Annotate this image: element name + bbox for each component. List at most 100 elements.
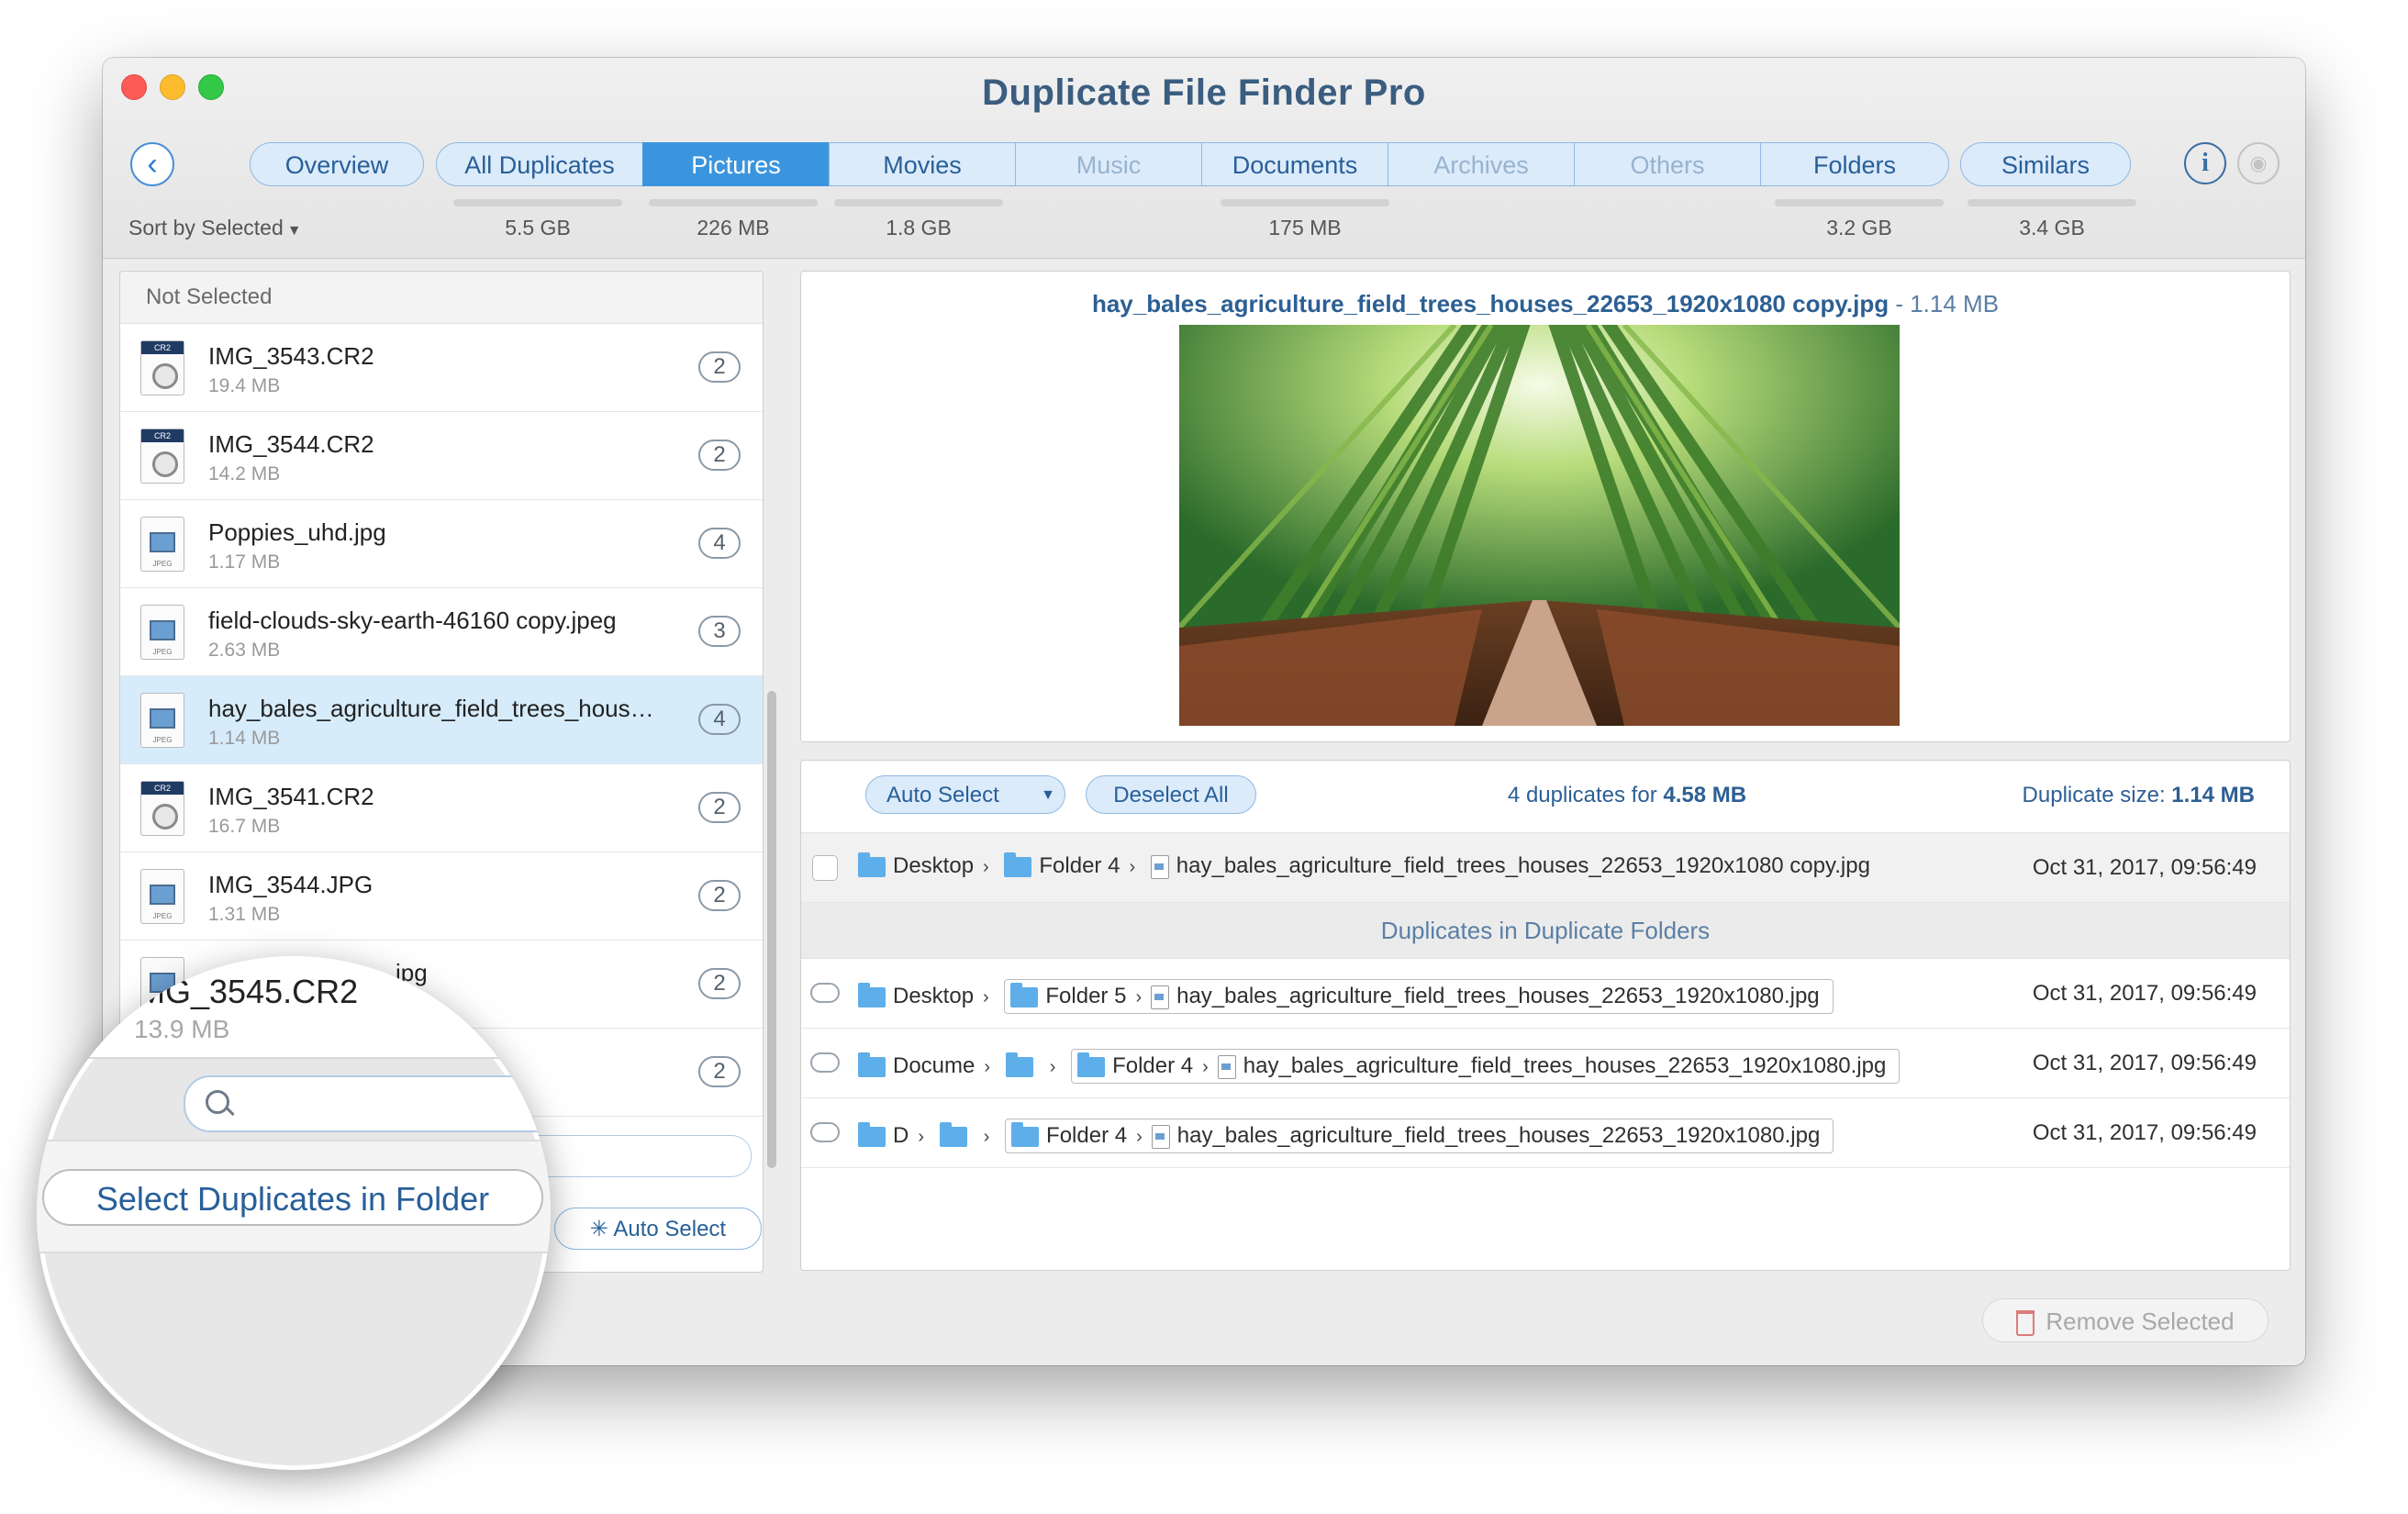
list-item[interactable]: JPEG IMG_3544.JPG 1.31 MB 2 <box>120 852 763 941</box>
magnified-file-size: 13.9 MB <box>134 1015 230 1043</box>
path-folder[interactable]: Desktop <box>893 853 974 878</box>
path-folder[interactable]: Folder 4 <box>1039 853 1120 878</box>
list-item[interactable]: CR2 IMG_3543.CR2 19.4 MB 2 <box>120 324 763 412</box>
file-size: 1.31 MB <box>208 904 281 925</box>
tab-similars[interactable]: Similars <box>1960 142 2131 186</box>
image-file-icon <box>1150 854 1169 879</box>
path-folder[interactable]: Docume <box>893 1053 975 1078</box>
tab-all-duplicates[interactable]: All Duplicates <box>436 142 643 186</box>
file-name: IMG_3543.CR2 <box>208 342 374 370</box>
list-item[interactable]: JPEG field-clouds-sky-earth-46160 copy.j… <box>120 588 763 676</box>
duplicate-count-summary: 4 duplicates for 4.58 MB <box>1388 783 1866 808</box>
tab-movies[interactable]: Movies <box>829 142 1016 186</box>
app-title: Duplicate File Finder Pro <box>982 72 1426 113</box>
size-bar-all-duplicates <box>453 199 622 206</box>
jpeg-file-icon: JPEG <box>140 869 184 924</box>
path-folder: Folder 5 <box>1045 984 1127 1008</box>
file-size: 14.2 MB <box>208 463 281 484</box>
duplicate-row[interactable]: Desktop › Folder 4 › hay_bales_agriculture… <box>801 833 2290 903</box>
list-item[interactable]: JPEG Poppies_uhd.jpg 1.17 MB 4 <box>120 500 763 588</box>
link-icon <box>810 983 840 1003</box>
path-breadcrumb: Desktop › Folder 4 › hay_bales_agriculture… <box>858 852 1870 879</box>
duplicate-row[interactable]: D › › Folder 4 › hay_bales_agriculture_fiel… <box>801 1098 2290 1168</box>
tab-pictures[interactable]: Pictures <box>642 142 830 186</box>
trash-icon <box>2016 1310 2035 1337</box>
tab-documents[interactable]: Documents <box>1201 142 1388 186</box>
remove-selected-button[interactable]: Remove Selected <box>1982 1298 2269 1342</box>
magnified-list-item: IMG_3545.CR2 13.9 MB <box>37 956 551 1057</box>
path-breadcrumb: Docume › › Folder 4 › hay_bales_agriculture… <box>858 1049 1901 1084</box>
bamboo-forest-image <box>1179 325 1900 726</box>
path-breadcrumb: D › › Folder 4 › hay_bales_agriculture_fiel… <box>858 1119 1834 1153</box>
auto-select-dropdown[interactable]: Auto Select ▼ <box>865 775 1065 814</box>
chevron-left-icon: ‹ <box>147 147 158 182</box>
duplicate-count-badge: 2 <box>698 351 741 383</box>
link-icon <box>810 1122 840 1142</box>
magnified-file-name: IMG_3545.CR2 <box>128 973 359 1010</box>
folder-icon <box>858 852 886 877</box>
preview-title: hay_bales_agriculture_field_trees_houses… <box>801 290 2290 318</box>
folder-icon <box>858 982 886 1007</box>
path-folder[interactable]: D <box>893 1123 909 1148</box>
preview-panel: hay_bales_agriculture_field_trees_houses… <box>800 271 2291 742</box>
modified-date: Oct 31, 2017, 09:56:49 <box>2032 1051 2257 1075</box>
deselect-all-button[interactable]: Deselect All <box>1086 775 1256 814</box>
tab-music[interactable]: Music <box>1015 142 1202 186</box>
jpeg-file-icon: JPEG <box>140 693 184 748</box>
size-documents: 175 MB <box>1268 216 1342 239</box>
duplicate-folder-box[interactable]: Folder 4 › hay_bales_agriculture_field_tre… <box>1005 1119 1834 1153</box>
tab-archives[interactable]: Archives <box>1388 142 1575 186</box>
select-duplicates-in-folder-button[interactable]: Select Duplicates in Folder <box>42 1169 543 1226</box>
tab-others[interactable]: Others <box>1574 142 1761 186</box>
list-item[interactable]: CR2 IMG_3541.CR2 16.7 MB 2 <box>120 764 763 852</box>
folder-icon <box>1005 1052 1033 1077</box>
folder-icon <box>1004 852 1032 877</box>
duplicate-count-badge: 4 <box>698 528 741 559</box>
modified-date: Oct 31, 2017, 09:56:49 <box>2032 1120 2257 1145</box>
duplicate-row[interactable]: Docume › › Folder 4 › hay_bales_agriculture… <box>801 1029 2290 1098</box>
list-item[interactable]: CR2 IMG_3544.CR2 14.2 MB 2 <box>120 412 763 500</box>
cr2-file-icon: CR2 <box>140 340 184 395</box>
search-icon <box>206 1090 229 1114</box>
size-bar-documents <box>1221 199 1389 206</box>
path-folder[interactable]: Desktop <box>893 984 974 1008</box>
file-list-scrollbar[interactable] <box>767 691 776 1168</box>
tab-folders[interactable]: Folders <box>1760 142 1949 186</box>
rss-icon[interactable]: ◉ <box>2237 142 2280 184</box>
file-size: 2.63 MB <box>208 640 281 661</box>
search-input[interactable] <box>184 1075 551 1132</box>
size-bar-movies <box>834 199 1003 206</box>
file-size: 1.17 MB <box>208 551 281 573</box>
duplicate-count-badge: 2 <box>698 792 741 823</box>
size-similars: 3.4 GB <box>2019 216 2085 239</box>
jpeg-file-icon: JPEG <box>140 605 184 660</box>
duplicate-count-badge: 2 <box>698 1056 741 1087</box>
duplicate-count-badge: 2 <box>698 440 741 471</box>
preview-image <box>1179 325 1900 726</box>
duplicate-row[interactable]: Desktop › Folder 5 › hay_bales_agriculture_… <box>801 959 2290 1029</box>
path-folder: Folder 4 <box>1112 1053 1194 1078</box>
modified-date: Oct 31, 2017, 09:56:49 <box>2032 855 2257 880</box>
back-button[interactable]: ‹ <box>130 142 174 186</box>
size-value: 1.14 MB <box>2171 783 2255 807</box>
auto-select-button[interactable]: ✳ Auto Select <box>554 1208 762 1250</box>
sort-dropdown[interactable]: Sort by Selected ▼ <box>128 216 302 240</box>
duplicate-size-summary: Duplicate size: 1.14 MB <box>2023 783 2255 808</box>
duplicate-count-badge: 4 <box>698 704 741 735</box>
file-size: 19.4 MB <box>208 375 281 396</box>
path-file: hay_bales_agriculture_field_trees_houses… <box>1243 1053 1887 1078</box>
folder-icon <box>939 1121 967 1147</box>
path-file[interactable]: hay_bales_agriculture_field_trees_houses… <box>1176 853 1870 878</box>
file-size: 16.7 MB <box>208 816 281 837</box>
divider <box>37 1057 551 1059</box>
info-icon[interactable]: i <box>2184 142 2226 184</box>
group-heading: Duplicates in Duplicate Folders <box>801 903 2290 959</box>
file-name: IMG_3544.JPG <box>208 871 373 898</box>
image-file-icon <box>1217 1054 1236 1079</box>
duplicate-folder-box[interactable]: Folder 4 › hay_bales_agriculture_field_tre… <box>1071 1049 1901 1084</box>
folder-icon <box>858 1052 886 1077</box>
list-item-selected[interactable]: JPEG hay_bales_agriculture_field_trees_h… <box>120 676 763 764</box>
select-checkbox[interactable] <box>812 855 838 881</box>
duplicate-folder-box[interactable]: Folder 5 › hay_bales_agriculture_field_tre… <box>1004 979 1834 1014</box>
tab-overview[interactable]: Overview <box>250 142 424 186</box>
